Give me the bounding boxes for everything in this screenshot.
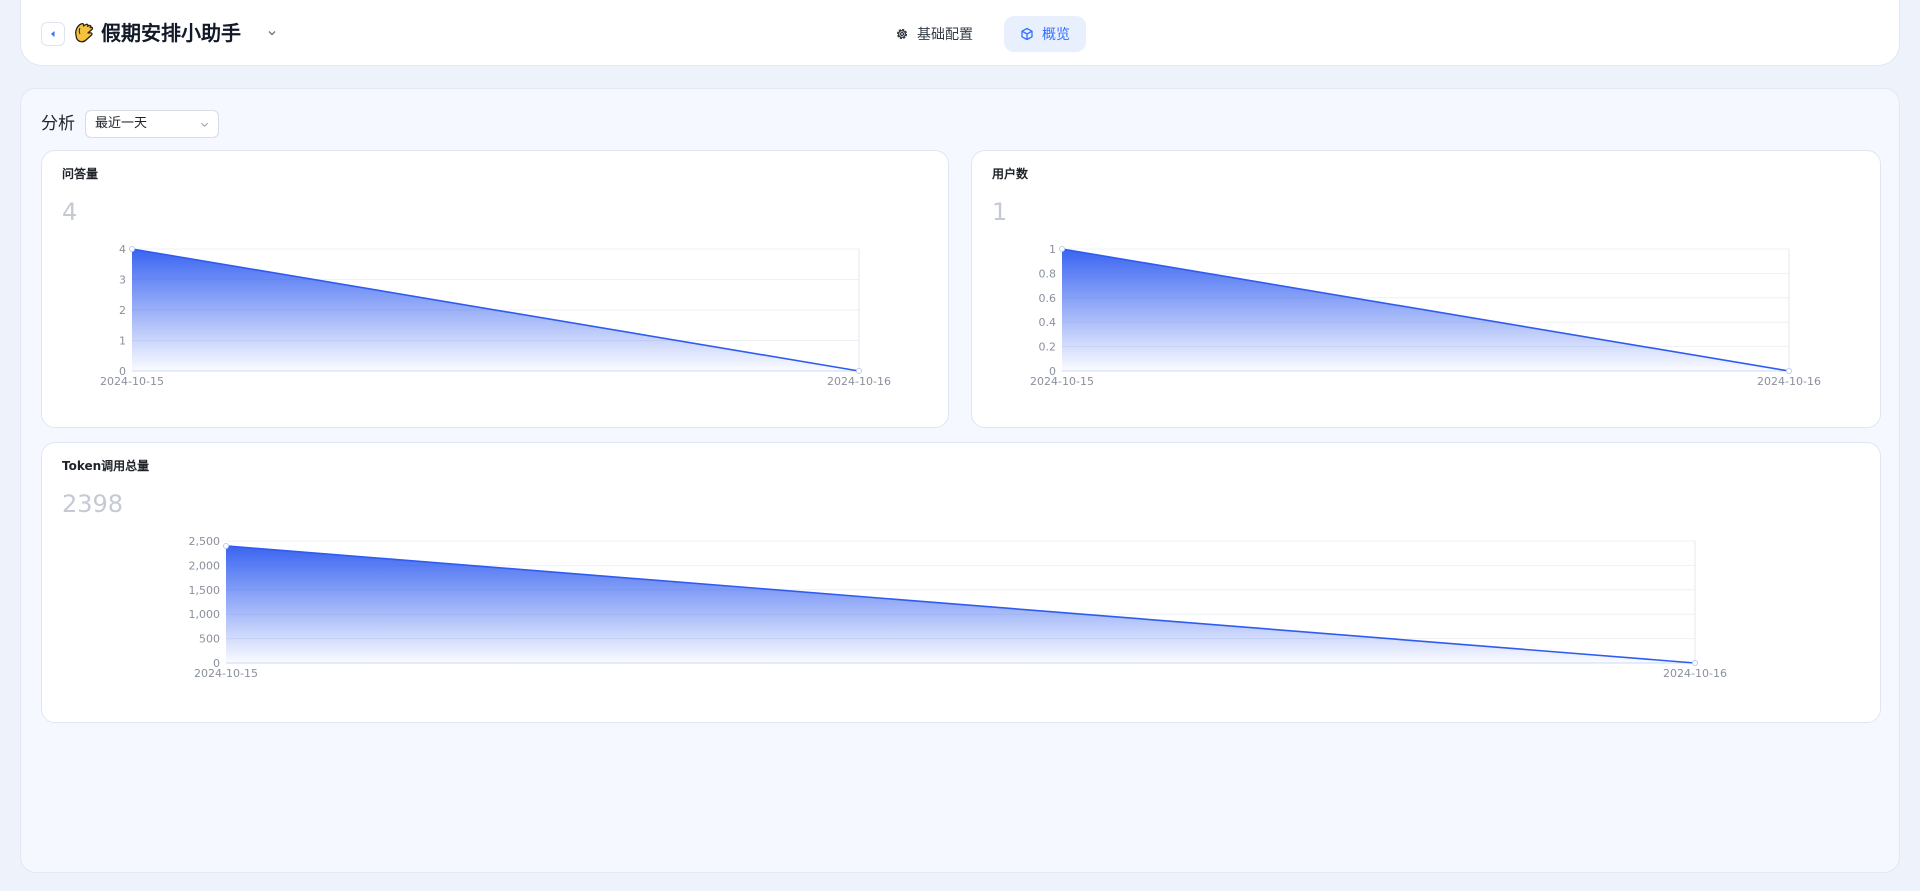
data-point <box>1692 660 1698 666</box>
data-point <box>1786 368 1792 374</box>
gear-icon <box>896 28 908 40</box>
time-range-select[interactable]: 最近一天 <box>85 110 219 138</box>
tab-basic-config-label: 基础配置 <box>917 27 973 43</box>
qa-count-card: 问答量 4 0 1 2 3 4 2024-10-15 2024-10-16 <box>41 150 949 428</box>
y-tick-label: 500 <box>199 633 220 646</box>
data-point <box>129 246 135 252</box>
y-tick-label: 0.8 <box>1039 267 1057 280</box>
y-tick-label: 0.2 <box>1039 341 1057 354</box>
analysis-section-title: 分析 <box>41 114 75 134</box>
tab-basic-config[interactable]: 基础配置 <box>879 16 989 52</box>
y-tick-label: 3 <box>119 274 126 287</box>
waving-hand-icon <box>75 22 94 43</box>
y-tick-label: 0.6 <box>1039 292 1057 305</box>
qa-count-chart: 012342024-10-15 2024-10-16 <box>100 243 891 388</box>
y-tick-label: 0.4 <box>1039 316 1057 329</box>
x-tick-label: 2024-10-15 <box>1030 375 1094 388</box>
y-tick-label: 2 <box>119 304 126 317</box>
user-count-chart: 00.20.40.60.812024-10-15 2024-10-16 <box>1030 243 1821 388</box>
tab-overview-label: 概览 <box>1042 27 1070 43</box>
data-point <box>856 368 862 374</box>
y-tick-label: 2,000 <box>189 559 221 572</box>
y-tick-label: 1 <box>119 335 126 348</box>
chevron-down-icon <box>200 122 209 128</box>
y-tick-label: 2,500 <box>189 535 221 548</box>
x-tick-label: 2024-10-15 <box>194 667 258 680</box>
y-tick-label: 1,500 <box>189 584 221 597</box>
app-title: 假期安排小助手 <box>101 21 241 45</box>
cube-icon <box>1021 27 1033 41</box>
x-tick-label: 2024-10-15 <box>100 375 164 388</box>
x-tick-label: 2024-10-16 <box>1663 667 1727 680</box>
user-count-card: 用户数 1 0 0.2 0.4 0.6 0.8 1 2024-10-15 2024-10-16 <box>971 150 1881 428</box>
token-total-card: Token调用总量 2398 0 500 1,000 1,500 2,000 2,500 2… <box>41 442 1881 723</box>
y-tick-label: 1,000 <box>189 608 221 621</box>
token-total-chart: 05001,0001,5002,0002,5002024-10-15 2024-1… <box>189 535 1727 680</box>
app-header: 假期安排小助手 基础配置 概览 <box>20 0 1900 66</box>
x-tick-label: 2024-10-16 <box>1757 375 1821 388</box>
x-tick-label: 2024-10-16 <box>827 375 891 388</box>
data-point <box>223 542 229 549</box>
time-range-value: 最近一天 <box>95 116 148 131</box>
overview-panel: 分析 最近一天 问答量 4 0 1 2 3 4 2024-10-15 2024-10-16 … <box>20 88 1900 873</box>
tab-overview[interactable]: 概览 <box>1004 16 1086 52</box>
y-tick-label: 4 <box>119 243 126 256</box>
y-tick-label: 1 <box>1049 243 1056 256</box>
back-button[interactable] <box>41 22 65 46</box>
chevron-down-icon[interactable] <box>267 28 277 38</box>
caret-left-icon <box>51 31 55 37</box>
data-point <box>1059 246 1065 252</box>
